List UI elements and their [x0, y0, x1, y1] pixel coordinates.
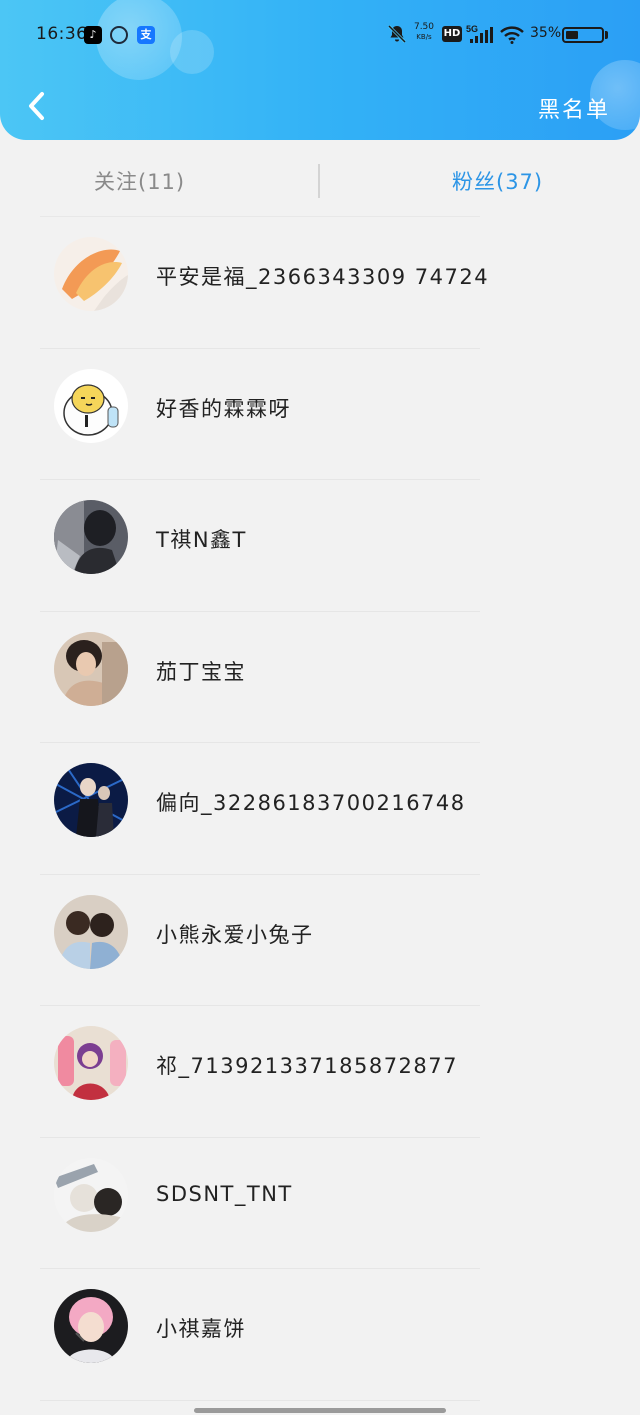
battery-fill: [566, 31, 578, 39]
wifi-icon: [500, 26, 524, 44]
avatar: [54, 368, 128, 443]
follow-tabs: 关注(11) 粉丝(37): [0, 150, 640, 216]
fan-name: T祺N鑫T: [156, 528, 247, 552]
fan-name: 小祺嘉饼: [156, 1317, 246, 1341]
fan-name: 好香的霖霖呀: [156, 396, 291, 421]
avatar: [54, 1157, 128, 1232]
list-item[interactable]: 平安是福_2366343309 74724: [0, 217, 640, 349]
blacklist-button[interactable]: 黑名单: [538, 92, 610, 124]
battery-icon: [562, 27, 604, 43]
avatar: [54, 1289, 128, 1363]
fan-name: SDSNT_TNT: [156, 1181, 293, 1206]
fan-name: 祁_713921337185872877: [156, 1054, 458, 1078]
cellular-signal-icon: 5G: [466, 24, 493, 43]
status-time: 16:36: [36, 24, 88, 44]
fan-list: 平安是福_2366343309 74724 好香的霖霖呀 T祺N鑫T 茄丁宝宝 …: [0, 217, 640, 1401]
list-item[interactable]: 小熊永爱小兔子: [0, 875, 640, 1006]
row-divider: [40, 1399, 480, 1401]
app-header: 16:36 ♪ 支 7.50 KB/s HD 5G 35% 黑名单: [0, 0, 640, 140]
home-indicator[interactable]: [194, 1408, 446, 1413]
avatar: [54, 500, 128, 574]
avatar: [54, 631, 128, 706]
network-speed: 7.50 KB/s: [412, 22, 436, 42]
list-item[interactable]: 祁_713921337185872877: [0, 1006, 640, 1138]
tab-divider: [318, 164, 320, 198]
avatar: [54, 237, 128, 311]
fan-name: 平安是福_2366343309 74724: [156, 265, 490, 289]
tab-following[interactable]: 关注(11): [94, 166, 185, 196]
list-item[interactable]: SDSNT_TNT: [0, 1138, 640, 1269]
chevron-left-icon: [29, 92, 44, 120]
fan-name: 茄丁宝宝: [156, 659, 246, 684]
avatar: [54, 1026, 128, 1100]
hd-badge: HD: [442, 26, 462, 42]
list-item[interactable]: 茄丁宝宝: [0, 612, 640, 743]
list-item[interactable]: 小祺嘉饼: [0, 1269, 640, 1401]
network-type: 5G: [466, 24, 478, 34]
list-item[interactable]: 偏向_32286183700216748: [0, 743, 640, 875]
alipay-icon: 支: [137, 26, 155, 44]
back-button[interactable]: [20, 84, 60, 128]
status-bar: 16:36 ♪ 支 7.50 KB/s HD 5G 35%: [0, 0, 640, 70]
avatar: [54, 763, 128, 837]
tab-fans[interactable]: 粉丝(37): [452, 166, 543, 196]
battery-percent: 35%: [530, 25, 562, 41]
net-speed-unit: KB/s: [416, 33, 432, 41]
list-item[interactable]: T祺N鑫T: [0, 480, 640, 612]
fan-name: 小熊永爱小兔子: [156, 922, 314, 947]
net-speed-value: 7.50: [413, 22, 435, 32]
battery-cap: [605, 31, 608, 39]
fan-name: 偏向_32286183700216748: [156, 791, 466, 815]
loop-app-icon: [110, 26, 128, 44]
tiktok-icon: ♪: [84, 26, 102, 44]
avatar: [54, 894, 128, 969]
mute-bell-icon: [387, 24, 407, 44]
list-item[interactable]: 好香的霖霖呀: [0, 349, 640, 480]
